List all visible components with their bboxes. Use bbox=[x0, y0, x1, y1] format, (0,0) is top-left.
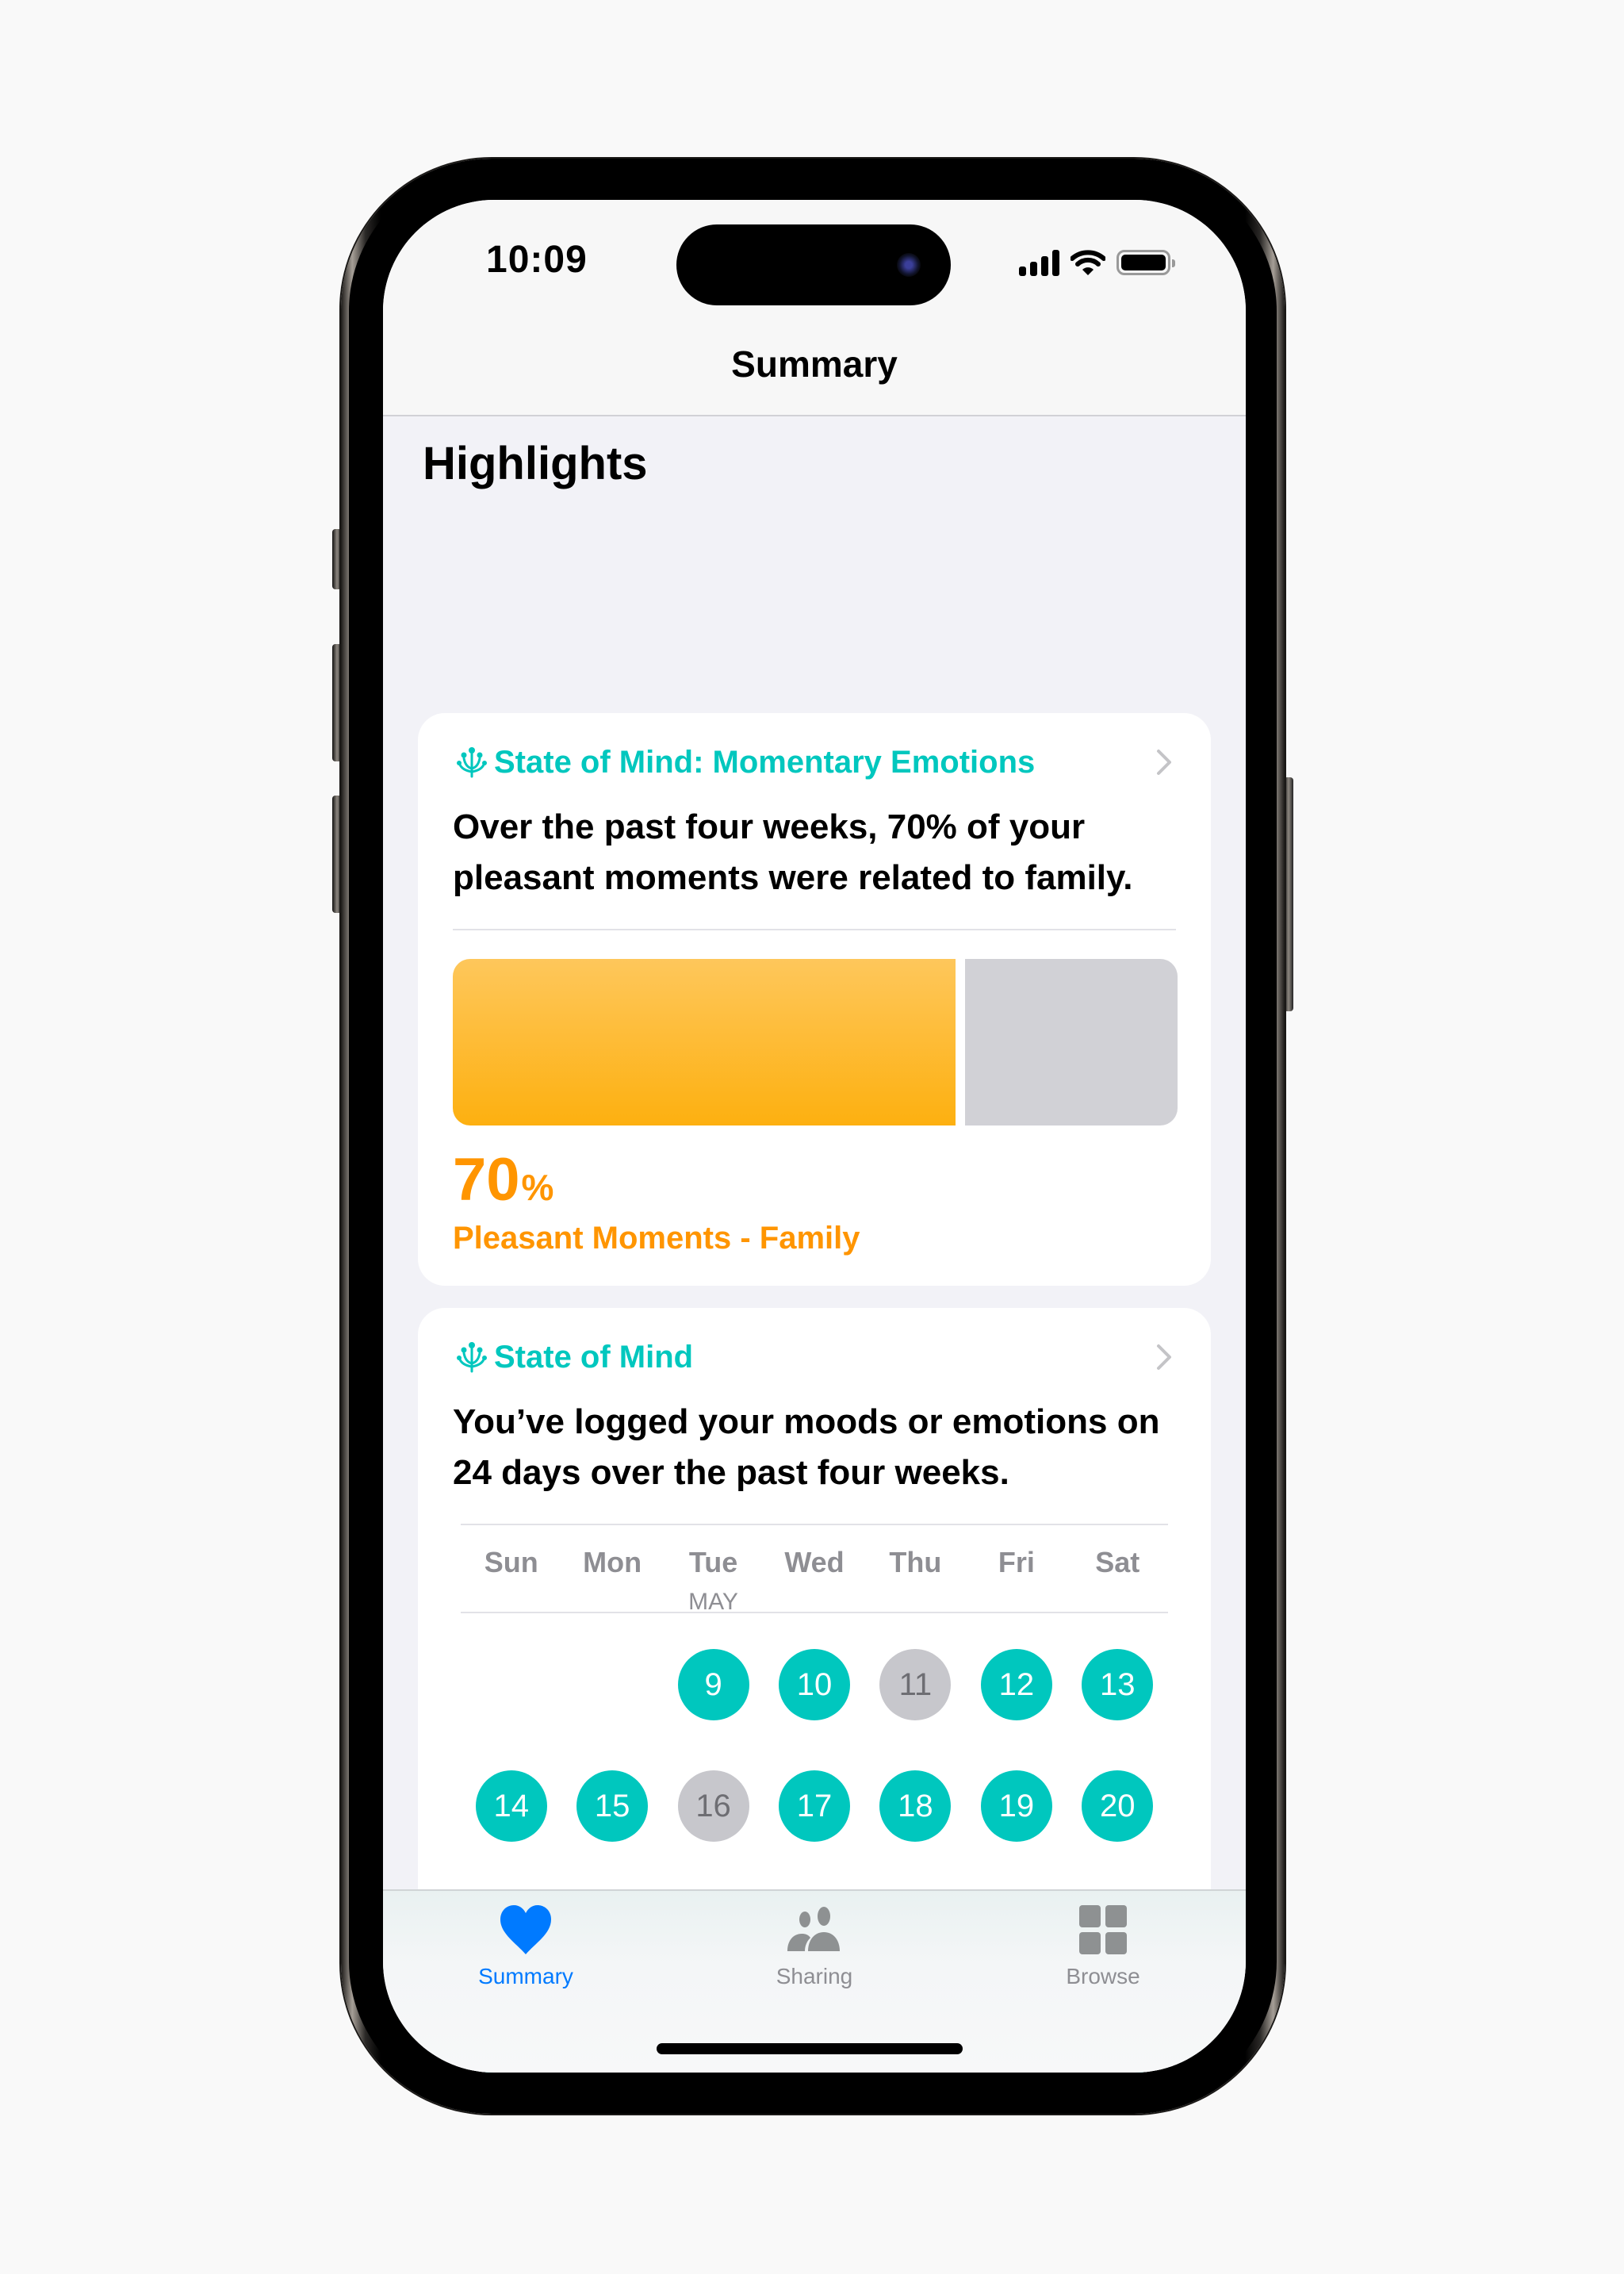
tab-sharing[interactable]: Sharing bbox=[735, 1902, 894, 1989]
day-logged[interactable]: 20 bbox=[1082, 1770, 1154, 1842]
chevron-right-icon[interactable] bbox=[1152, 1340, 1176, 1375]
calendar-cell: 18 bbox=[865, 1754, 966, 1876]
card-title[interactable]: State of Mind: Momentary Emotions bbox=[494, 745, 1035, 780]
calendar-cell: MAY 9 bbox=[663, 1589, 764, 1754]
month-label: MAY bbox=[688, 1589, 738, 1615]
side-button[interactable] bbox=[1284, 777, 1293, 1011]
momentary-emotions-card[interactable]: State of Mind: Momentary Emotions Over t… bbox=[418, 713, 1211, 1286]
screen: 10:09 Summary Highlights State of Mind: … bbox=[383, 200, 1246, 2073]
calendar-cell: 14 bbox=[461, 1754, 561, 1876]
calendar-cell: 17 bbox=[764, 1754, 864, 1876]
bar-segment-other bbox=[964, 959, 1178, 1125]
state-of-mind-icon bbox=[457, 1342, 487, 1373]
dynamic-island bbox=[676, 224, 951, 305]
percent-number: 70 bbox=[453, 1146, 520, 1214]
camera-icon bbox=[897, 253, 921, 277]
day-logged[interactable]: 13 bbox=[1082, 1649, 1154, 1720]
divider bbox=[461, 1524, 1168, 1525]
day-logged[interactable]: 17 bbox=[778, 1770, 850, 1842]
status-time: 10:09 bbox=[486, 239, 588, 281]
grid-icon bbox=[1079, 1905, 1127, 1954]
weekday-label: Wed bbox=[784, 1546, 845, 1578]
weekday-label: Mon bbox=[583, 1546, 642, 1578]
day-logged[interactable]: 19 bbox=[980, 1770, 1052, 1842]
day-logged[interactable]: 18 bbox=[879, 1770, 952, 1842]
state-of-mind-icon bbox=[457, 747, 487, 778]
bar-segment-family bbox=[453, 959, 956, 1125]
calendar-cell bbox=[461, 1633, 561, 1754]
calendar-cell: 19 bbox=[966, 1754, 1067, 1876]
people-icon bbox=[787, 1907, 840, 1951]
calendar-cell: 11 bbox=[865, 1633, 966, 1754]
day-logged[interactable]: 14 bbox=[475, 1770, 547, 1842]
home-indicator[interactable] bbox=[657, 2043, 963, 2054]
highlights-heading: Highlights bbox=[423, 438, 648, 489]
weekday-header: Sun Mon Tue Wed Thu Fri Sat bbox=[461, 1546, 1168, 1593]
calendar-cell: 15 bbox=[561, 1754, 662, 1876]
percent-symbol: % bbox=[521, 1167, 554, 1208]
proportion-bar bbox=[453, 959, 1178, 1125]
calendar-cell: 20 bbox=[1067, 1754, 1168, 1876]
wifi-icon bbox=[1071, 250, 1105, 275]
chevron-right-icon[interactable] bbox=[1152, 745, 1176, 780]
day-logged[interactable]: 15 bbox=[576, 1770, 649, 1842]
navigation-bar: Summary bbox=[383, 327, 1246, 416]
calendar-cell: 13 bbox=[1067, 1633, 1168, 1754]
weekday-label: Fri bbox=[998, 1546, 1035, 1578]
status-bar: 10:09 bbox=[383, 200, 1246, 327]
divider bbox=[453, 929, 1176, 930]
day-logged[interactable]: 12 bbox=[980, 1649, 1052, 1720]
percent-value: 70% bbox=[453, 1145, 553, 1214]
percent-label: Pleasant Moments - Family bbox=[453, 1221, 860, 1256]
weekday-label: Tue bbox=[688, 1546, 738, 1578]
heart-icon bbox=[500, 1905, 551, 1954]
tab-browse[interactable]: Browse bbox=[1024, 1902, 1182, 1989]
page-title: Summary bbox=[731, 343, 898, 385]
calendar-cell: 10 bbox=[764, 1633, 864, 1754]
day-not-logged[interactable]: 11 bbox=[879, 1649, 952, 1720]
tab-label: Summary bbox=[478, 1964, 573, 1988]
tab-label: Browse bbox=[1066, 1964, 1140, 1988]
card-description: You’ve logged your moods or emotions on … bbox=[453, 1402, 1160, 1492]
weekday-label: Sun bbox=[484, 1546, 538, 1578]
divider bbox=[461, 1612, 1168, 1613]
battery-icon bbox=[1116, 250, 1175, 275]
weekday-label: Thu bbox=[889, 1546, 942, 1578]
cellular-signal-icon bbox=[1019, 249, 1059, 276]
tab-bar: Summary Sharing Browse bbox=[383, 1889, 1246, 2073]
battery-fill bbox=[1121, 255, 1166, 270]
calendar-cell bbox=[561, 1633, 662, 1754]
tab-label: Sharing bbox=[776, 1964, 853, 1988]
day-logged[interactable]: 10 bbox=[778, 1649, 850, 1720]
card-description: Over the past four weeks, 70% of your pl… bbox=[453, 807, 1133, 897]
day-logged[interactable]: 9 bbox=[677, 1649, 749, 1720]
calendar-cell: 16 bbox=[663, 1754, 764, 1876]
calendar-cell: 12 bbox=[966, 1633, 1067, 1754]
card-title[interactable]: State of Mind bbox=[494, 1340, 693, 1375]
day-not-logged[interactable]: 16 bbox=[677, 1770, 749, 1842]
tab-summary[interactable]: Summary bbox=[446, 1902, 605, 1989]
weekday-label: Sat bbox=[1095, 1546, 1140, 1578]
